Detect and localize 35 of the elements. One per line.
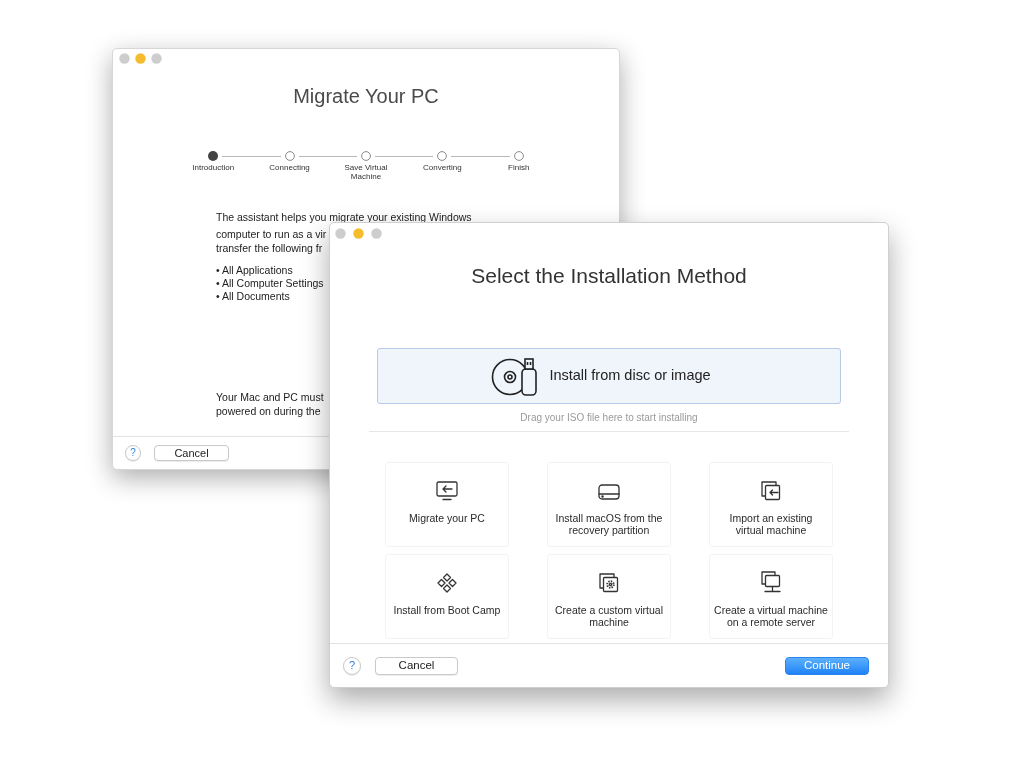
option-tile[interactable]: Install macOS from the recovery partition — [547, 462, 671, 547]
drop-zone-option[interactable]: Install from disc or image — [377, 348, 841, 404]
option-tile[interactable]: Migrate your PC — [385, 462, 509, 547]
disc-and-usb-icon — [491, 355, 540, 397]
option-tile[interactable]: Create a virtual machine on a remote server — [709, 554, 833, 639]
step-label: Finish — [508, 163, 530, 172]
bullet-item: • All Computer Settings — [216, 277, 324, 290]
drop-hint: Drag your ISO file here to start installing — [520, 411, 698, 424]
intro-text-line: transfer the following fr — [216, 241, 323, 255]
help-button[interactable]: ? — [125, 445, 141, 461]
step-label: Connecting — [269, 163, 310, 172]
note-text-line: powered on during the — [216, 404, 321, 418]
window-controls-icon[interactable] — [335, 227, 382, 239]
help-button[interactable]: ? — [343, 656, 361, 675]
step-label: Save Virtual Machine — [344, 163, 388, 181]
note-text-line: Your Mac and PC must — [216, 390, 324, 404]
hard-drive-icon — [598, 483, 620, 501]
dialog-title: Migrate Your PC — [293, 84, 439, 108]
option-tile[interactable]: Install from Boot Camp — [385, 554, 509, 639]
monitor-arrow-icon — [436, 481, 458, 501]
option-tile[interactable]: Create a custom virtual machine — [547, 554, 671, 639]
cancel-button[interactable]: Cancel — [375, 656, 458, 675]
stacked-screens-network-icon — [761, 571, 781, 593]
intro-text-line: The assistant helps you migrate your existing Windows — [216, 211, 472, 223]
cancel-button[interactable]: Cancel — [154, 445, 229, 461]
step-label: Converting — [423, 163, 462, 172]
step-label: Introduction — [192, 163, 235, 172]
option-tile[interactable]: Import an existing virtual machine — [709, 462, 833, 547]
diamond-grid-icon — [437, 573, 457, 593]
stacked-windows-gear-icon — [599, 573, 619, 593]
bullet-item: • All Applications — [216, 264, 293, 277]
bullet-item: • All Documents — [216, 290, 290, 303]
intro-text-line: computer to run as a vir — [216, 227, 327, 241]
dialog-title: Select the Installation Method — [471, 263, 747, 289]
window-controls-icon[interactable] — [119, 52, 162, 64]
